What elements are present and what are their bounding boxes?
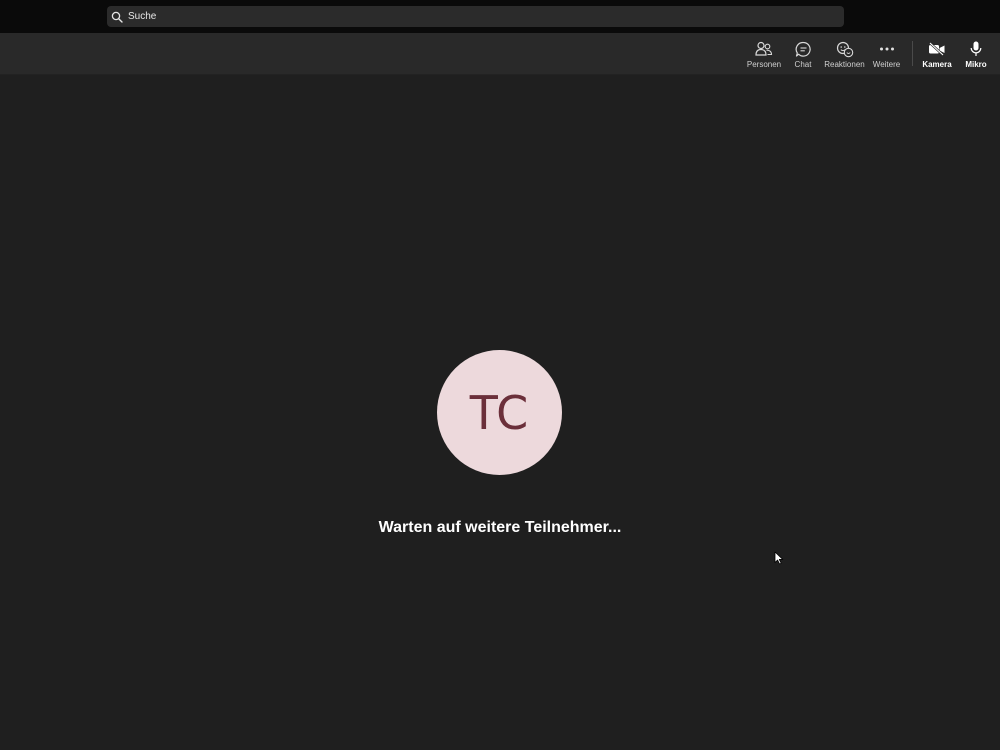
more-icon [879, 47, 894, 51]
camera-off-icon [929, 42, 945, 56]
more-button[interactable]: Weitere [871, 33, 902, 74]
search-input[interactable]: Suche [107, 6, 844, 27]
people-label: Personen [746, 60, 782, 69]
reactions-label: Reaktionen [824, 60, 865, 69]
toolbar-separator [912, 41, 913, 66]
search-placeholder: Suche [128, 11, 157, 22]
microphone-icon [970, 41, 982, 56]
reactions-icon [836, 41, 853, 57]
waiting-message: Warten auf weitere Teilnehmer... [378, 519, 622, 536]
search-icon [111, 11, 123, 23]
avatar-initials: TC [469, 385, 530, 440]
people-button[interactable]: Personen [746, 33, 782, 74]
microphone-label: Mikro [965, 60, 987, 69]
chat-icon [795, 41, 811, 57]
reactions-button[interactable]: Reaktionen [822, 33, 867, 74]
meeting-toolbar: Personen Chat Reaktionen Weitere Kamera … [0, 33, 1000, 75]
avatar: TC [437, 350, 562, 475]
camera-label: Kamera [922, 60, 952, 69]
chat-label: Chat [794, 60, 812, 69]
camera-button[interactable]: Kamera [921, 33, 953, 74]
more-label: Weitere [872, 60, 901, 69]
meeting-stage: TC Warten auf weitere Teilnehmer... [0, 75, 1000, 750]
chat-button[interactable]: Chat [789, 33, 817, 74]
people-icon [755, 41, 773, 56]
title-bar: Suche [0, 0, 1000, 33]
microphone-button[interactable]: Mikro [962, 33, 990, 74]
mouse-cursor-icon [774, 551, 784, 565]
